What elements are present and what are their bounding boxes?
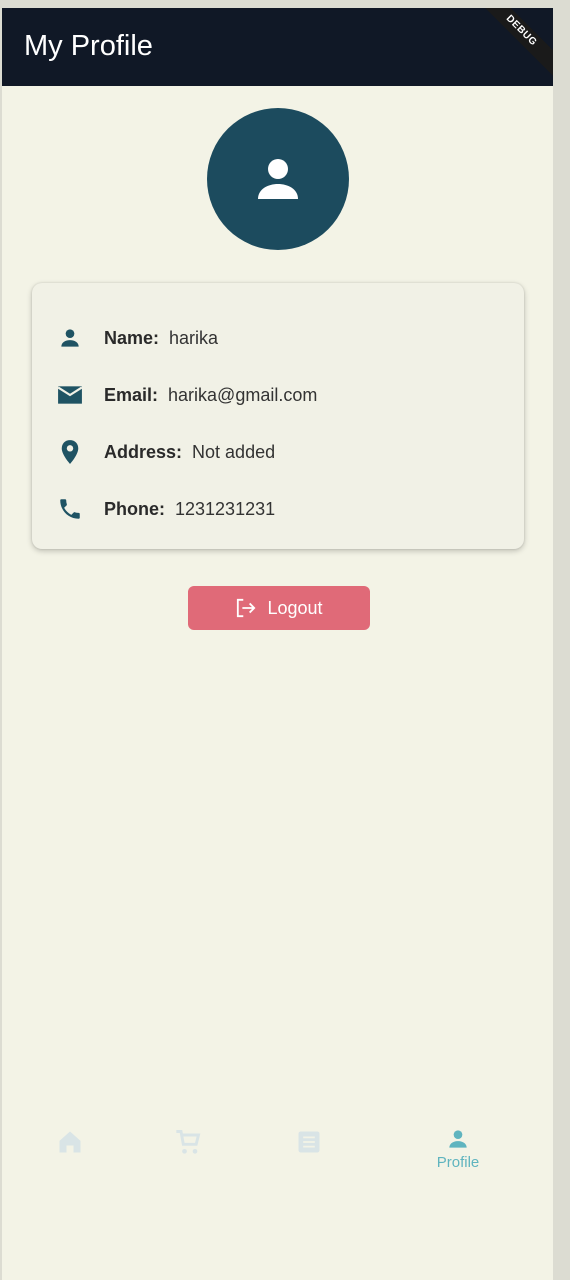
nav-item-home[interactable] (40, 1118, 100, 1178)
list-icon (298, 1131, 320, 1153)
page-title: My Profile (24, 30, 153, 62)
nav-item-cart[interactable] (158, 1118, 218, 1178)
mail-icon (56, 381, 84, 409)
location-pin-icon (56, 438, 84, 466)
field-label: Phone: (104, 498, 165, 519)
profile-card: Name: harika Email: harika@gmail.com Add… (32, 283, 524, 549)
app-screen: My Profile DEBUG Name: harika Email: har… (2, 8, 553, 1280)
person-icon (56, 324, 84, 352)
nav-item-orders[interactable] (279, 1118, 339, 1178)
nav-item-label: Profile (436, 1154, 480, 1171)
field-label: Address: (104, 441, 183, 462)
profile-row-address: Address: Not added (56, 437, 275, 467)
profile-row-name: Name: harika (56, 323, 218, 353)
avatar (207, 108, 349, 250)
home-icon (59, 1131, 81, 1153)
debug-banner: DEBUG (472, 8, 553, 80)
person-icon (258, 159, 298, 199)
phone-icon (56, 495, 84, 523)
field-value: harika (169, 327, 219, 348)
logout-label: Logout (267, 597, 323, 618)
field-value: Not added (192, 441, 276, 462)
nav-item-profile[interactable]: Profile (428, 1118, 488, 1178)
logout-button[interactable]: Logout (188, 586, 370, 630)
person-icon (449, 1130, 467, 1148)
field-value: 1231231231 (175, 498, 276, 519)
cart-icon (176, 1130, 201, 1154)
field-label: Name: (104, 327, 160, 348)
profile-row-phone: Phone: 1231231231 (56, 494, 275, 524)
field-value: harika@gmail.com (168, 384, 318, 405)
profile-row-email: Email: harika@gmail.com (56, 380, 317, 410)
field-label: Email: (104, 384, 159, 405)
bottom-navigation: Profile (2, 1118, 553, 1188)
app-bar: My Profile DEBUG (2, 8, 553, 86)
logout-icon (237, 598, 256, 618)
